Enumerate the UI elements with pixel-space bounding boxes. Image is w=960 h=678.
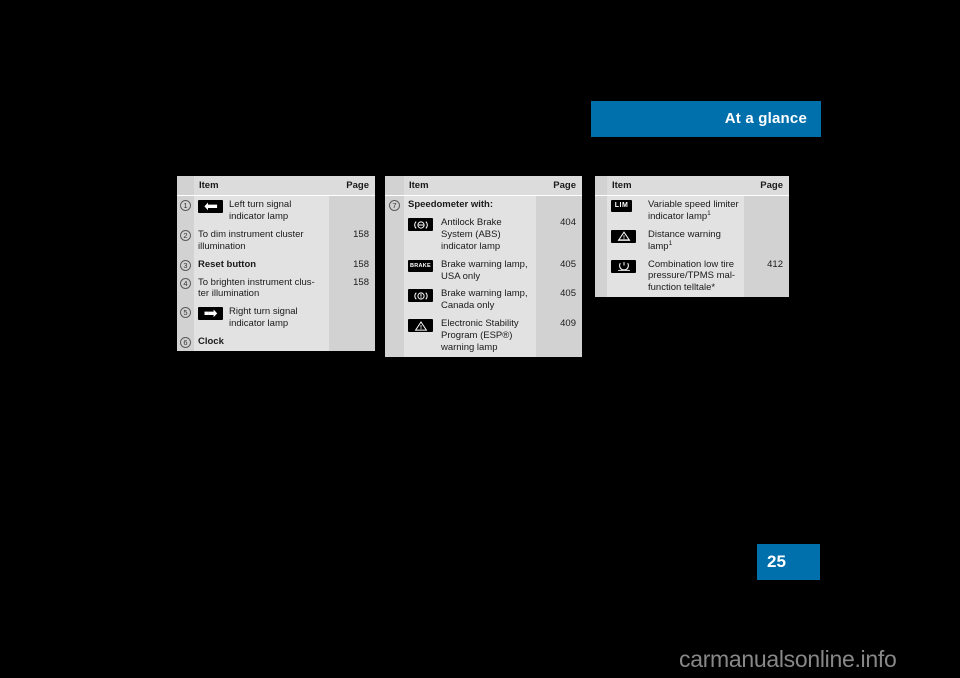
- row-text: To brighten instrument clus-ter illumina…: [194, 273, 329, 304]
- row-number: 1: [177, 195, 194, 226]
- table-header-row: Item Page: [385, 176, 582, 196]
- row-text-body: Variable speed limiter indicator lamp: [648, 199, 739, 222]
- page-number: 25: [767, 552, 786, 571]
- row-number: 2: [177, 225, 194, 256]
- row-number-blank: [385, 214, 404, 256]
- table-row: LIM Variable speed limiter indicator lam…: [595, 195, 789, 226]
- row-page: 405: [536, 285, 582, 316]
- row-text-body: Distance warning lamp: [648, 228, 721, 252]
- table-row: Brake warning lamp, Canada only 405: [385, 285, 582, 316]
- row-page: [329, 333, 375, 351]
- row-text: Brake warning lamp, USA only: [436, 255, 536, 286]
- row-number: 5: [177, 303, 194, 333]
- header-blank: [177, 176, 194, 196]
- table-additional-telltales: Item Page LIM Variable speed limiter ind…: [595, 176, 789, 298]
- row-text: Combination low tire pressure/TPMS mal-f…: [643, 255, 744, 298]
- manual-page: At a glance Item Page 1 Left turn signal…: [0, 0, 960, 678]
- table-row: BRAKE Brake warning lamp, USA only 405: [385, 255, 582, 286]
- row-page: 409: [536, 315, 582, 357]
- row-text: To dim instrument cluster illumination: [194, 225, 329, 256]
- header-item: Item: [404, 176, 536, 196]
- header-item: Item: [194, 176, 329, 196]
- row-page: 158: [329, 255, 375, 274]
- table-row: 5 Right turn signal indicator lamp: [177, 303, 375, 333]
- header-page: Page: [744, 176, 789, 196]
- turn-signal-right-icon: [194, 303, 224, 333]
- row-text-line1: Electronic Stability Program (ESP®) warn…: [441, 318, 519, 353]
- row-text: Brake warning lamp, Canada only: [436, 285, 536, 316]
- row-text: Antilock Brake System (ABS) indicator la…: [436, 214, 536, 256]
- row-page: [536, 195, 582, 214]
- page-title: At a glance: [724, 110, 807, 127]
- table-row: Distance warning lamp1: [595, 225, 789, 256]
- brake-circle-icon: [404, 285, 436, 316]
- row-text: Reset button: [194, 255, 329, 274]
- distance-warning-icon: [607, 225, 643, 256]
- row-number: 6: [177, 333, 194, 351]
- lim-icon: LIM: [607, 195, 643, 226]
- header-page: Page: [536, 176, 582, 196]
- row-number: 3: [177, 255, 194, 274]
- site-watermark: carmanualsonline.info: [679, 646, 897, 672]
- header-blank: [385, 176, 404, 196]
- table-row: Combination low tire pressure/TPMS mal-f…: [595, 255, 789, 298]
- turn-signal-left-icon: [194, 195, 224, 226]
- abs-icon: [404, 214, 436, 256]
- header-banner: At a glance: [591, 101, 821, 137]
- header-item: Item: [607, 176, 744, 196]
- row-text: Speedometer with:: [404, 195, 536, 214]
- page-number-tab: 25: [757, 544, 820, 580]
- row-page: 158: [329, 225, 375, 256]
- row-page: [744, 195, 789, 226]
- tire-pressure-icon: [607, 255, 643, 298]
- row-page: 404: [536, 214, 582, 256]
- esp-triangle-icon: [404, 315, 436, 357]
- row-number-blank: [595, 195, 607, 226]
- row-page: 158: [329, 273, 375, 304]
- row-page: 412: [744, 255, 789, 298]
- table-row: 7 Speedometer with:: [385, 195, 582, 214]
- row-page: [329, 303, 375, 333]
- table-header-row: Item Page: [177, 176, 375, 196]
- row-number-blank: [385, 285, 404, 316]
- footnote-marker: 1: [707, 209, 711, 217]
- row-text: Variable speed limiter indicator lamp1: [643, 195, 744, 226]
- row-number-blank: [385, 315, 404, 357]
- row-text: Electronic Stability Program (ESP®) warn…: [436, 315, 536, 357]
- table-header-row: Item Page: [595, 176, 789, 196]
- row-text: Distance warning lamp1: [643, 225, 744, 256]
- header-page: Page: [329, 176, 375, 196]
- row-number: 7: [385, 195, 404, 214]
- table-row: 2 To dim instrument cluster illumination…: [177, 225, 375, 256]
- row-number-blank: [385, 255, 404, 286]
- table-row: 3 Reset button 158: [177, 255, 375, 274]
- table-row: 1 Left turn signal indicator lamp: [177, 195, 375, 226]
- table-row: Electronic Stability Program (ESP®) warn…: [385, 315, 582, 357]
- row-text: Right turn signal indicator lamp: [224, 303, 329, 333]
- row-number: 4: [177, 273, 194, 304]
- row-text: Clock: [194, 333, 329, 351]
- row-page: 405: [536, 255, 582, 286]
- table-speedometer-telltales: Item Page 7 Speedometer with: Antilock B…: [385, 176, 582, 357]
- table-row: Antilock Brake System (ABS) indicator la…: [385, 214, 582, 256]
- row-number-blank: [595, 255, 607, 298]
- footnote-marker: 1: [668, 239, 673, 247]
- row-text: Left turn signal indicator lamp: [224, 195, 329, 226]
- brake-text-icon: BRAKE: [404, 255, 436, 286]
- table-instrument-cluster-left: Item Page 1 Left turn signal indicator l…: [177, 176, 375, 351]
- table-row: 6 Clock: [177, 333, 375, 351]
- row-page: [329, 195, 375, 226]
- table-row: 4 To brighten instrument clus-ter illumi…: [177, 273, 375, 304]
- row-number-blank: [595, 225, 607, 256]
- row-page: [744, 225, 789, 256]
- header-blank: [595, 176, 607, 196]
